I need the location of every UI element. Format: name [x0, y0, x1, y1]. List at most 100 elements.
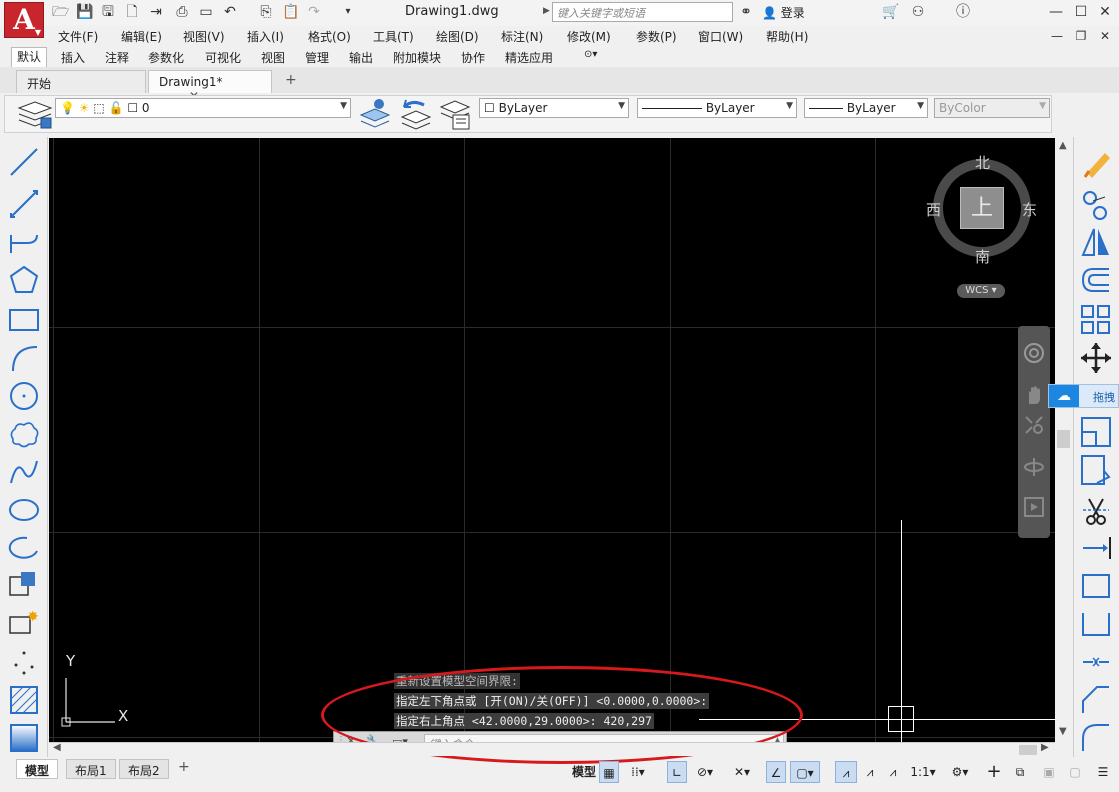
- login-button[interactable]: 👤 登录: [762, 4, 805, 21]
- menu-modify[interactable]: 修改(M): [567, 28, 611, 45]
- layer-previous-icon[interactable]: [398, 97, 434, 131]
- ellipse-icon[interactable]: [7, 493, 41, 527]
- customize-menu-icon[interactable]: ☰: [1092, 761, 1114, 783]
- polyline-icon[interactable]: [7, 225, 41, 259]
- add-layout-icon[interactable]: +: [178, 759, 190, 775]
- fillet-icon[interactable]: [1079, 721, 1113, 755]
- tab-model[interactable]: 模型: [16, 759, 59, 779]
- menu-window[interactable]: 窗口(W): [698, 28, 743, 45]
- drawing-canvas[interactable]: 北 南 东 西 上 WCS ▾ Y X: [49, 138, 1055, 742]
- offset-icon[interactable]: [1079, 263, 1113, 297]
- clean-screen-icon[interactable]: ▢: [1064, 761, 1086, 783]
- maximize-button[interactable]: ☐: [1070, 2, 1092, 22]
- trim-icon[interactable]: [1079, 493, 1113, 527]
- insert-block-icon[interactable]: [7, 569, 41, 603]
- menu-draw[interactable]: 绘图(D): [436, 28, 479, 45]
- wcs-menu[interactable]: WCS ▾: [957, 284, 1005, 298]
- viewcube[interactable]: 北 南 东 西 上: [926, 154, 1037, 266]
- plot-icon[interactable]: ▭: [198, 4, 214, 20]
- tab-insert[interactable]: 插入: [61, 49, 85, 66]
- polar-tracking-icon[interactable]: ⊘▾: [690, 761, 720, 783]
- scroll-thumb[interactable]: [1057, 430, 1070, 448]
- scroll-down-icon[interactable]: ▼: [1059, 726, 1067, 737]
- undo-icon[interactable]: ↶: [222, 4, 238, 20]
- pan-icon[interactable]: [1023, 384, 1045, 406]
- redo-icon[interactable]: ↷: [306, 4, 322, 20]
- point-icon[interactable]: [7, 645, 41, 679]
- rectangle-icon[interactable]: [7, 303, 41, 337]
- doc-minimize-button[interactable]: —: [1046, 26, 1068, 46]
- erase-icon[interactable]: [1079, 147, 1113, 181]
- ribbon-toggle-icon[interactable]: ⊙▾: [584, 49, 597, 60]
- object-snap-tracking-icon[interactable]: ∠: [766, 761, 786, 783]
- hatch-icon[interactable]: [7, 683, 41, 717]
- layer-properties-icon[interactable]: [15, 98, 55, 132]
- tab-default[interactable]: 默认: [11, 47, 48, 67]
- copy-icon[interactable]: [1079, 187, 1113, 221]
- menu-tools[interactable]: 工具(T): [373, 28, 414, 45]
- customize-dropdown-icon[interactable]: ▾: [340, 4, 356, 20]
- annotation-visibility-icon[interactable]: ⩘: [835, 761, 857, 783]
- save-as-icon[interactable]: 🖫: [100, 4, 116, 20]
- menu-insert[interactable]: 插入(I): [247, 28, 284, 45]
- break-at-point-icon[interactable]: [1079, 569, 1113, 603]
- menu-dimension[interactable]: 标注(N): [501, 28, 543, 45]
- join-icon[interactable]: [1079, 645, 1113, 679]
- isolate-objects-icon[interactable]: ⧉: [1010, 761, 1030, 783]
- scroll-thumb[interactable]: [1019, 745, 1037, 755]
- menu-file[interactable]: 文件(F): [58, 28, 98, 45]
- chamfer-icon[interactable]: [1079, 683, 1113, 717]
- compass-north[interactable]: 北: [975, 152, 990, 173]
- scroll-right-icon[interactable]: ▶: [1041, 742, 1049, 753]
- steering-wheel-icon[interactable]: [1023, 342, 1045, 364]
- tab-view[interactable]: 视图: [261, 49, 285, 66]
- linetype-dropdown[interactable]: ByLayer ▼: [637, 98, 797, 118]
- doc-restore-button[interactable]: ❐: [1070, 26, 1092, 46]
- model-space-button[interactable]: 模型: [570, 761, 598, 783]
- circle-icon[interactable]: [7, 379, 41, 413]
- tab-addins[interactable]: 附加模块: [393, 49, 441, 66]
- workspace-gear-icon[interactable]: ⚙▾: [944, 761, 976, 783]
- close-button[interactable]: ✕: [1094, 2, 1116, 22]
- menu-view[interactable]: 视图(V): [183, 28, 225, 45]
- save-icon[interactable]: 💾: [76, 4, 93, 20]
- grid-toggle-icon[interactable]: ▦: [599, 761, 619, 783]
- tab-output[interactable]: 输出: [349, 49, 373, 66]
- mirror-icon[interactable]: [1079, 225, 1113, 259]
- layer-dropdown[interactable]: 💡 ☀ ⬚ 🔓 ☐ 0 ▼: [55, 98, 351, 118]
- make-block-icon[interactable]: ✸: [7, 607, 41, 641]
- tab-layout2[interactable]: 布局2: [119, 759, 169, 779]
- file-tab-drawing1[interactable]: Drawing1* ✕: [148, 70, 272, 103]
- menu-format[interactable]: 格式(O): [308, 28, 351, 45]
- zoom-extents-icon[interactable]: [1023, 414, 1045, 436]
- menu-parameter[interactable]: 参数(P): [636, 28, 677, 45]
- search-expand-icon[interactable]: ▶: [543, 6, 550, 16]
- tab-parametric[interactable]: 参数化: [148, 49, 184, 66]
- tab-annotate[interactable]: 注释: [105, 49, 129, 66]
- make-current-layer-icon[interactable]: [357, 97, 393, 131]
- gradient-icon[interactable]: [7, 721, 41, 755]
- menu-edit[interactable]: 编辑(E): [121, 28, 162, 45]
- revision-cloud-icon[interactable]: [7, 417, 41, 451]
- line-icon[interactable]: [7, 145, 41, 179]
- import-icon[interactable]: ⇥: [148, 4, 164, 20]
- ellipse-arc-icon[interactable]: [7, 531, 41, 565]
- orbit-icon[interactable]: [1023, 456, 1045, 478]
- auto-scale-icon[interactable]: ⩘: [860, 761, 880, 783]
- new-file-icon[interactable]: 🗋: [124, 4, 140, 20]
- tab-collaborate[interactable]: 协作: [461, 49, 485, 66]
- color-dropdown[interactable]: ☐ ByLayer ▼: [479, 98, 629, 118]
- annotation-scale-icon[interactable]: ⩘: [883, 761, 903, 783]
- tab-manage[interactable]: 管理: [305, 49, 329, 66]
- scroll-up-icon[interactable]: ▲: [1059, 140, 1067, 151]
- object-snap-icon[interactable]: ▢▾: [790, 761, 820, 783]
- spline-icon[interactable]: [7, 455, 41, 489]
- scale-icon[interactable]: [1079, 415, 1113, 449]
- isodraft-icon[interactable]: ✕▾: [728, 761, 756, 783]
- scroll-left-icon[interactable]: ◀: [53, 742, 61, 753]
- tab-visualize[interactable]: 可视化: [205, 49, 241, 66]
- help-icon[interactable]: ⓘ: [955, 4, 971, 20]
- arc-icon[interactable]: [7, 341, 41, 375]
- a360-icon[interactable]: ⚇: [910, 4, 926, 20]
- redo-doc-icon[interactable]: ⎘: [258, 4, 274, 20]
